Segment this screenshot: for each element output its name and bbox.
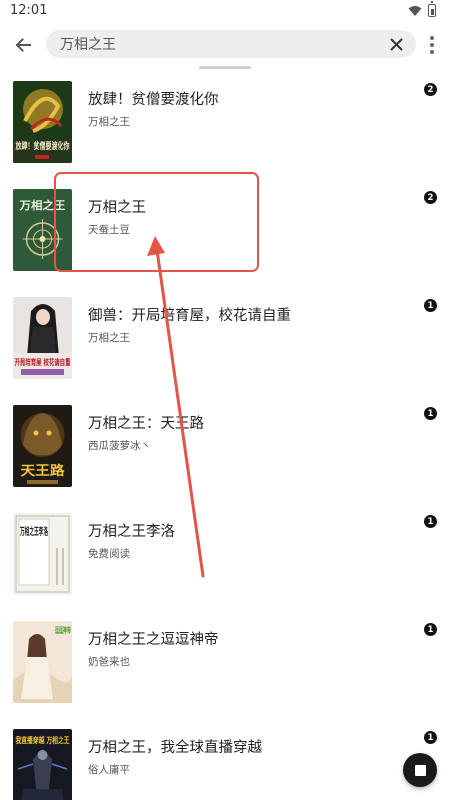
more-vert-icon <box>430 36 434 40</box>
book-author: 俗人庸平 <box>88 764 130 776</box>
book-cover-dragon: 放肆！贫僧要渡化你 <box>13 81 72 163</box>
book-cover-paper: 万相之王李洛 <box>13 513 72 595</box>
book-cover-beast: 天王路 <box>13 405 72 487</box>
book-title: 万相之王，我全球直播穿越 <box>88 740 262 756</box>
book-item[interactable]: 天王路 万相之王：天王路 西瓜菠萝冰丶 1 <box>0 396 450 504</box>
search-toolbar <box>0 24 450 64</box>
count-badge: 1 <box>424 731 437 744</box>
status-time: 12:01 <box>10 3 48 18</box>
book-author: 奶爸来也 <box>88 656 130 668</box>
book-cover-fairy: 逗逗神帝 <box>13 621 72 703</box>
cover-title-text: 开局培育屋 校花请自重 <box>15 357 71 367</box>
arrow-left-icon <box>15 38 31 52</box>
back-button[interactable] <box>10 32 36 58</box>
cover-title-text: 天王路 <box>21 463 66 479</box>
book-title: 万相之王李洛 <box>88 524 175 540</box>
count-badge: 1 <box>424 299 437 312</box>
book-author: 免费阅读 <box>88 548 130 560</box>
book-author: 万相之王 <box>88 332 130 344</box>
book-author: 万相之王 <box>88 116 130 128</box>
count-badge: 1 <box>424 407 437 420</box>
cover-title-text: 我直播穿越 万相之王 <box>16 735 70 745</box>
count-badge: 1 <box>424 515 437 528</box>
more-menu-button[interactable] <box>424 34 440 56</box>
close-icon <box>389 37 403 51</box>
stop-icon <box>414 764 426 776</box>
drag-handle[interactable] <box>199 66 251 69</box>
cover-title-text: 放肆！贫僧要渡化你 <box>15 140 70 152</box>
battery-icon <box>428 1 436 17</box>
book-author: 西瓜菠萝冰丶 <box>88 440 151 452</box>
book-cover-dark: 我直播穿越 万相之王 <box>13 729 72 800</box>
status-icons <box>408 1 436 17</box>
cover-title-text: 万相之王李洛 <box>20 525 49 538</box>
book-item[interactable]: 放肆！贫僧要渡化你 放肆！贫僧要渡化你 万相之王 2 <box>0 72 450 180</box>
book-cover-girl: 开局培育屋 校花请自重 <box>13 297 72 379</box>
count-badge: 2 <box>424 191 437 204</box>
book-item[interactable]: 我直播穿越 万相之王 万相之王，我全球直播穿越 俗人庸平 1 <box>0 720 450 800</box>
clear-search-button[interactable] <box>386 34 406 54</box>
search-box <box>46 30 416 58</box>
count-badge: 2 <box>424 83 437 96</box>
book-item[interactable]: 开局培育屋 校花请自重 御兽：开局培育屋，校花请自重 万相之王 1 <box>0 288 450 396</box>
status-bar: 12:01 <box>0 0 450 22</box>
book-title: 万相之王：天王路 <box>88 416 204 432</box>
book-item[interactable]: 逗逗神帝 万相之王之逗逗神帝 奶爸来也 1 <box>0 612 450 720</box>
cover-title-text: 逗逗神帝 <box>55 625 71 635</box>
wifi-icon <box>408 5 422 16</box>
book-title: 放肆！贫僧要渡化你 <box>88 92 219 108</box>
count-badge: 1 <box>424 623 437 636</box>
book-title: 万相之王之逗逗神帝 <box>88 632 219 648</box>
book-item[interactable]: 万相之王李洛 万相之王李洛 免费阅读 1 <box>0 504 450 612</box>
stop-button[interactable] <box>403 753 437 787</box>
annotation-highlight-box <box>54 172 259 272</box>
book-title: 御兽：开局培育屋，校花请自重 <box>88 308 291 324</box>
search-input[interactable] <box>60 30 380 58</box>
